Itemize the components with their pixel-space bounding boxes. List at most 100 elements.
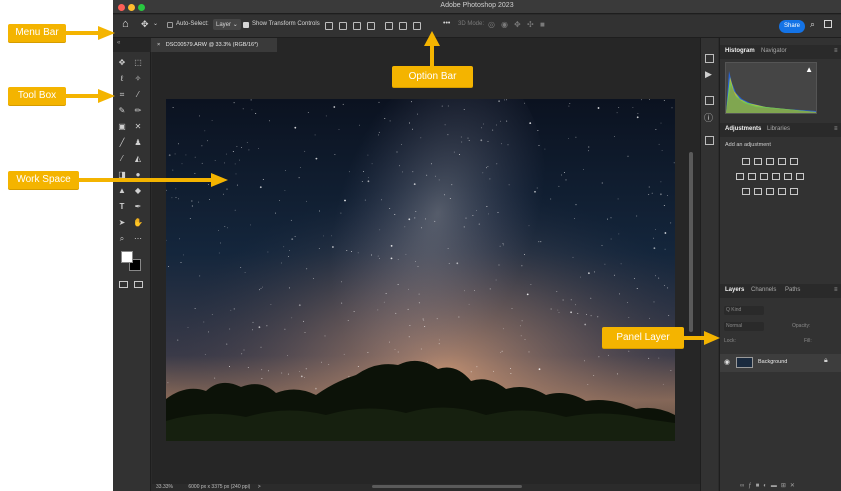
- panel-menu-icon[interactable]: ≡: [834, 126, 838, 132]
- collapse-toolbox-icon[interactable]: «: [117, 40, 120, 46]
- move-tool-icon[interactable]: ✥: [117, 58, 127, 67]
- panel-menu-icon[interactable]: ≡: [834, 287, 838, 293]
- exposure-icon[interactable]: [778, 158, 786, 165]
- zoom-tool-icon[interactable]: ⌕: [117, 234, 127, 243]
- paint-bucket-tool-icon[interactable]: ◭: [133, 154, 143, 163]
- eye-icon[interactable]: ◉: [724, 358, 730, 366]
- share-button[interactable]: Share: [779, 20, 805, 33]
- vertical-scrollbar[interactable]: [689, 152, 693, 332]
- photo-filter-icon[interactable]: [772, 173, 780, 180]
- pan-3d-icon[interactable]: ✥: [514, 20, 521, 29]
- search-icon[interactable]: ⌕: [810, 19, 815, 30]
- group-icon[interactable]: ▬: [771, 483, 781, 489]
- type-tool-icon[interactable]: T: [117, 202, 127, 211]
- distribute-horizontal-icon[interactable]: [413, 22, 421, 30]
- actions-panel-icon[interactable]: ▶: [705, 69, 712, 80]
- smudge-tool-icon[interactable]: ⁄: [117, 154, 127, 163]
- eraser-tool-icon[interactable]: ╱: [117, 138, 127, 147]
- align-center-icon[interactable]: [339, 22, 347, 30]
- document-photo[interactable]: [166, 99, 675, 441]
- tab-paths[interactable]: Paths: [785, 287, 800, 293]
- invert-icon[interactable]: [742, 188, 750, 195]
- roll-3d-icon[interactable]: ◉: [501, 20, 508, 29]
- history-brush-tool-icon[interactable]: ✕: [133, 122, 143, 131]
- info-panel-icon[interactable]: ⓘ: [704, 111, 713, 124]
- channel-mixer-icon[interactable]: [784, 173, 792, 180]
- path-selection-tool-icon[interactable]: ➤: [117, 218, 127, 227]
- align-right-icon[interactable]: [353, 22, 361, 30]
- brightness-contrast-icon[interactable]: [742, 158, 750, 165]
- more-tools-icon[interactable]: ⋯: [133, 234, 143, 243]
- healing-brush-tool-icon[interactable]: ✎: [117, 106, 127, 115]
- new-layer-icon[interactable]: ⊞: [781, 483, 790, 489]
- transform-controls-checkbox[interactable]: [243, 22, 249, 28]
- hue-saturation-icon[interactable]: [736, 173, 744, 180]
- panel-menu-icon[interactable]: ≡: [834, 48, 838, 54]
- chevron-down-icon[interactable]: ⌄: [153, 20, 158, 27]
- distribute-vertical-icon[interactable]: [385, 22, 393, 30]
- hand-tool-icon[interactable]: ✋: [133, 218, 143, 227]
- blend-mode-select[interactable]: Normal: [724, 322, 764, 331]
- auto-select-checkbox[interactable]: [167, 22, 173, 28]
- blur-tool-icon[interactable]: ●: [133, 170, 143, 179]
- quick-mask-icon[interactable]: [119, 281, 128, 288]
- work-space[interactable]: [152, 52, 700, 484]
- clone-stamp-tool-icon[interactable]: ▣: [117, 122, 127, 131]
- orbit-3d-icon[interactable]: ◎: [488, 20, 495, 29]
- horizontal-scrollbar[interactable]: [372, 485, 523, 489]
- auto-select-dropdown[interactable]: Layer ⌄: [213, 19, 241, 30]
- tab-layers[interactable]: Layers: [725, 287, 744, 293]
- posterize-icon[interactable]: [754, 188, 762, 195]
- burn-tool-icon[interactable]: ◆: [133, 186, 143, 195]
- tab-navigator[interactable]: Navigator: [761, 48, 787, 54]
- crop-tool-icon[interactable]: ⌗: [117, 90, 127, 99]
- workspace-icon[interactable]: [824, 20, 832, 28]
- quick-select-tool-icon[interactable]: ✧: [133, 74, 143, 83]
- stamp-tool-icon[interactable]: ♟: [133, 138, 143, 147]
- gradient-tool-icon[interactable]: ◨: [117, 170, 127, 179]
- eyedropper-tool-icon[interactable]: ⁄: [133, 90, 143, 99]
- gradient-map-icon[interactable]: [778, 188, 786, 195]
- tab-libraries[interactable]: Libraries: [767, 126, 790, 132]
- status-arrow-icon[interactable]: >: [258, 484, 261, 490]
- document-tab[interactable]: × DSC00579.ARW @ 33.3% (RGB/16*): [151, 38, 277, 52]
- layers-filter-input[interactable]: Q Kind: [724, 306, 764, 315]
- foreground-color-swatch[interactable]: [121, 251, 133, 263]
- tab-channels[interactable]: Channels: [751, 287, 776, 293]
- video-3d-icon[interactable]: ■: [540, 20, 545, 29]
- selective-color-icon[interactable]: [790, 188, 798, 195]
- color-lookup-icon[interactable]: [796, 173, 804, 180]
- properties-panel-icon[interactable]: [705, 96, 714, 105]
- slide-3d-icon[interactable]: ✣: [527, 20, 534, 29]
- screen-mode-icon[interactable]: [134, 281, 143, 288]
- histogram-warning-icon[interactable]: ▲: [805, 65, 813, 74]
- threshold-icon[interactable]: [766, 188, 774, 195]
- align-left-icon[interactable]: [325, 22, 333, 30]
- curves-icon[interactable]: [766, 158, 774, 165]
- lock-icon[interactable]: 🔒︎: [824, 357, 828, 365]
- brush-tool-icon[interactable]: ✏: [133, 106, 143, 115]
- layer-row-background[interactable]: ◉ Background 🔒︎: [720, 354, 841, 372]
- color-balance-icon[interactable]: [748, 173, 756, 180]
- black-white-icon[interactable]: [760, 173, 768, 180]
- tab-adjustments[interactable]: Adjustments: [725, 126, 761, 132]
- lasso-tool-icon[interactable]: ℓ: [117, 74, 127, 83]
- pen-tool-icon[interactable]: ✒: [133, 202, 143, 211]
- glyphs-panel-icon[interactable]: [705, 136, 714, 145]
- levels-icon[interactable]: [754, 158, 762, 165]
- vibrance-icon[interactable]: [790, 158, 798, 165]
- close-tab-button[interactable]: ×: [157, 42, 160, 48]
- distribute-middle-icon[interactable]: [399, 22, 407, 30]
- zoom-level[interactable]: 33.33%: [156, 484, 173, 490]
- marquee-tool-icon[interactable]: ⬚: [133, 58, 143, 67]
- align-top-icon[interactable]: [367, 22, 375, 30]
- dodge-tool-icon[interactable]: ▲: [117, 186, 127, 195]
- tab-histogram[interactable]: Histogram: [725, 48, 755, 54]
- history-panel-icon[interactable]: [705, 54, 714, 63]
- adjustment-layer-icon[interactable]: ◐: [763, 483, 771, 489]
- fx-icon[interactable]: ƒ: [748, 483, 755, 489]
- home-icon[interactable]: ⌂: [122, 18, 129, 30]
- move-tool-icon[interactable]: ✥: [141, 19, 149, 30]
- more-options-button[interactable]: •••: [443, 20, 450, 27]
- trash-icon[interactable]: ✕: [790, 483, 799, 489]
